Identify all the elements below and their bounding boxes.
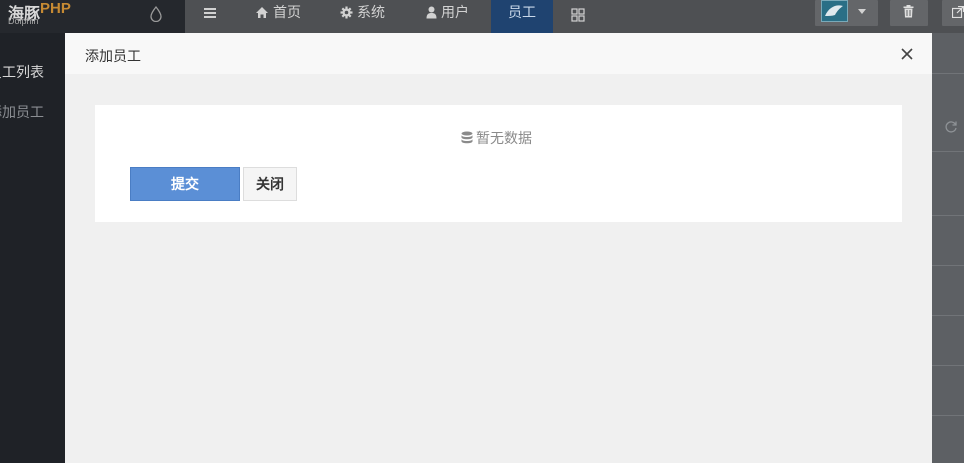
nav-home[interactable]: 首页 xyxy=(255,0,301,33)
modal-title: 添加员工 xyxy=(85,49,141,65)
brand-logo[interactable]: 海豚 PHP Dolphin xyxy=(0,0,185,33)
submit-button[interactable]: 提交 xyxy=(130,167,240,201)
sidebar-item-employee-list[interactable]: 员工列表 xyxy=(0,62,44,82)
caret-down-icon xyxy=(858,9,866,14)
clear-cache-button[interactable] xyxy=(890,0,928,26)
refresh-icon[interactable] xyxy=(944,120,958,134)
app-grid-button[interactable] xyxy=(571,3,589,36)
database-icon xyxy=(461,131,473,144)
external-link-button[interactable] xyxy=(942,0,964,26)
trash-icon xyxy=(903,5,914,18)
gear-icon xyxy=(340,6,353,19)
nav-user-label: 用户 xyxy=(441,5,469,21)
page-content xyxy=(932,33,964,463)
empty-state: 暂无数据 xyxy=(461,128,532,148)
brand-name-php: PHP xyxy=(40,0,71,17)
modal-header: 添加员工 xyxy=(65,33,932,74)
water-drop-icon[interactable] xyxy=(150,6,162,22)
external-link-icon xyxy=(952,6,964,18)
top-navbar: 首页 系统 用户 员工 xyxy=(185,0,964,33)
nav-user[interactable]: 用户 xyxy=(426,0,469,33)
nav-system[interactable]: 系统 xyxy=(340,0,385,33)
user-menu[interactable] xyxy=(815,0,878,26)
nav-home-label: 首页 xyxy=(273,5,301,21)
brand-name-en: Dolphin xyxy=(8,16,39,26)
nav-system-label: 系统 xyxy=(357,5,385,21)
modal-form-panel: 暂无数据 提交 关闭 xyxy=(95,105,902,222)
close-button[interactable]: 关闭 xyxy=(243,167,297,201)
nav-employee[interactable]: 员工 xyxy=(491,0,553,33)
menu-icon xyxy=(204,8,216,18)
nav-employee-label: 员工 xyxy=(508,5,536,21)
sidebar-toggle[interactable] xyxy=(203,0,221,33)
close-icon[interactable] xyxy=(899,46,915,62)
user-icon xyxy=(426,6,437,19)
dolphin-avatar-icon xyxy=(825,5,843,16)
sidebar: 员工列表 添加员工 xyxy=(0,0,65,463)
sidebar-item-add-employee[interactable]: 添加员工 xyxy=(0,102,44,122)
empty-state-text: 暂无数据 xyxy=(476,131,532,147)
grid-icon xyxy=(571,8,585,22)
home-icon xyxy=(256,7,268,18)
avatar xyxy=(821,0,848,22)
add-employee-modal: 添加员工 暂无数据 提交 关闭 xyxy=(65,33,932,463)
